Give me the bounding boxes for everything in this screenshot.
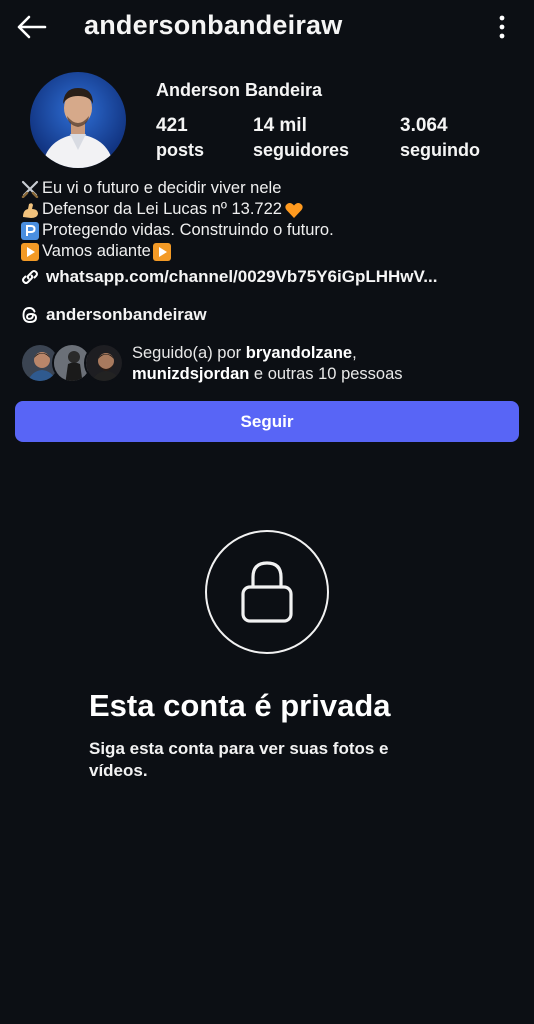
mutual-avatar (84, 343, 124, 383)
parking-p-emoji (21, 221, 39, 240)
profile-full-name: Anderson Bandeira (156, 80, 323, 100)
more-vertical-icon (499, 15, 505, 39)
bio-line: Defensor da Lei Lucas nº 13.722 (20, 199, 334, 220)
bio-text: Eu vi o futuro e decidir viver nele (42, 179, 282, 197)
play-button-emoji (21, 242, 39, 261)
mutual-avatars (20, 343, 124, 383)
top-bar: andersonbandeiraw (0, 0, 534, 54)
following-count: 3.064 (400, 115, 448, 136)
threads-icon (22, 307, 37, 323)
follow-button[interactable]: Seguir (15, 401, 519, 442)
followed-by[interactable]: Seguido(a) por bryandolzane, munizdsjord… (20, 341, 520, 385)
bio-text: Vamos adiante (42, 242, 151, 260)
threads-badge[interactable]: andersonbandeiraw (20, 303, 207, 327)
private-lock-badge (205, 530, 329, 654)
crossed-swords-emoji (21, 180, 39, 198)
following-label: seguindo (400, 140, 480, 160)
flexed-biceps-emoji (23, 202, 38, 218)
mutual-username[interactable]: bryandolzane (246, 344, 352, 362)
followed-by-prefix: Seguido(a) por (132, 344, 246, 362)
followed-by-text: Seguido(a) por bryandolzane, munizdsjord… (132, 343, 403, 385)
mutual-username[interactable]: munizdsjordan (132, 365, 249, 383)
stat-following[interactable]: 3.064 seguindo (400, 114, 480, 162)
stat-posts[interactable]: 421 posts (156, 114, 204, 162)
private-account-subtitle: Siga esta conta para ver suas fotos e ví… (89, 739, 389, 780)
bio-line: Vamos adiante (20, 241, 334, 262)
private-account-title: Esta conta é privada (89, 688, 391, 723)
threads-handle: andersonbandeiraw (46, 305, 207, 324)
stat-followers[interactable]: 14 mil seguidores (253, 114, 349, 162)
followed-by-separator: , (352, 344, 357, 362)
followed-by-suffix: e outras 10 pessoas (249, 365, 403, 383)
profile-bio: Eu vi o futuro e decidir viver nele Defe… (20, 178, 334, 262)
bio-text: Defensor da Lei Lucas nº 13.722 (42, 200, 282, 218)
followers-count: 14 mil (253, 115, 307, 136)
bio-line: Protegendo vidas. Construindo o futuro. (20, 220, 334, 241)
bio-text: Protegendo vidas. Construindo o futuro. (42, 221, 334, 239)
more-options-button[interactable] (494, 10, 510, 44)
bio-link-text: whatsapp.com/channel/0029Vb75Y6iGpLHHwV.… (46, 267, 438, 286)
bio-line: Eu vi o futuro e decidir viver nele (20, 178, 334, 199)
orange-heart-emoji (285, 202, 303, 218)
profile-page: andersonbandeiraw Anderson Bandeira 421 … (0, 0, 534, 1024)
arrow-left-icon (17, 15, 47, 39)
bio-link[interactable]: whatsapp.com/channel/0029Vb75Y6iGpLHHwV.… (20, 265, 437, 289)
lock-icon (241, 561, 293, 623)
posts-count: 421 (156, 115, 188, 136)
profile-avatar[interactable] (30, 72, 126, 168)
back-button[interactable] (12, 8, 50, 46)
posts-label: posts (156, 140, 205, 160)
play-button-emoji (152, 242, 171, 261)
profile-username: andersonbandeiraw (84, 10, 343, 40)
followers-label: seguidores (253, 140, 350, 160)
link-icon (22, 270, 38, 284)
